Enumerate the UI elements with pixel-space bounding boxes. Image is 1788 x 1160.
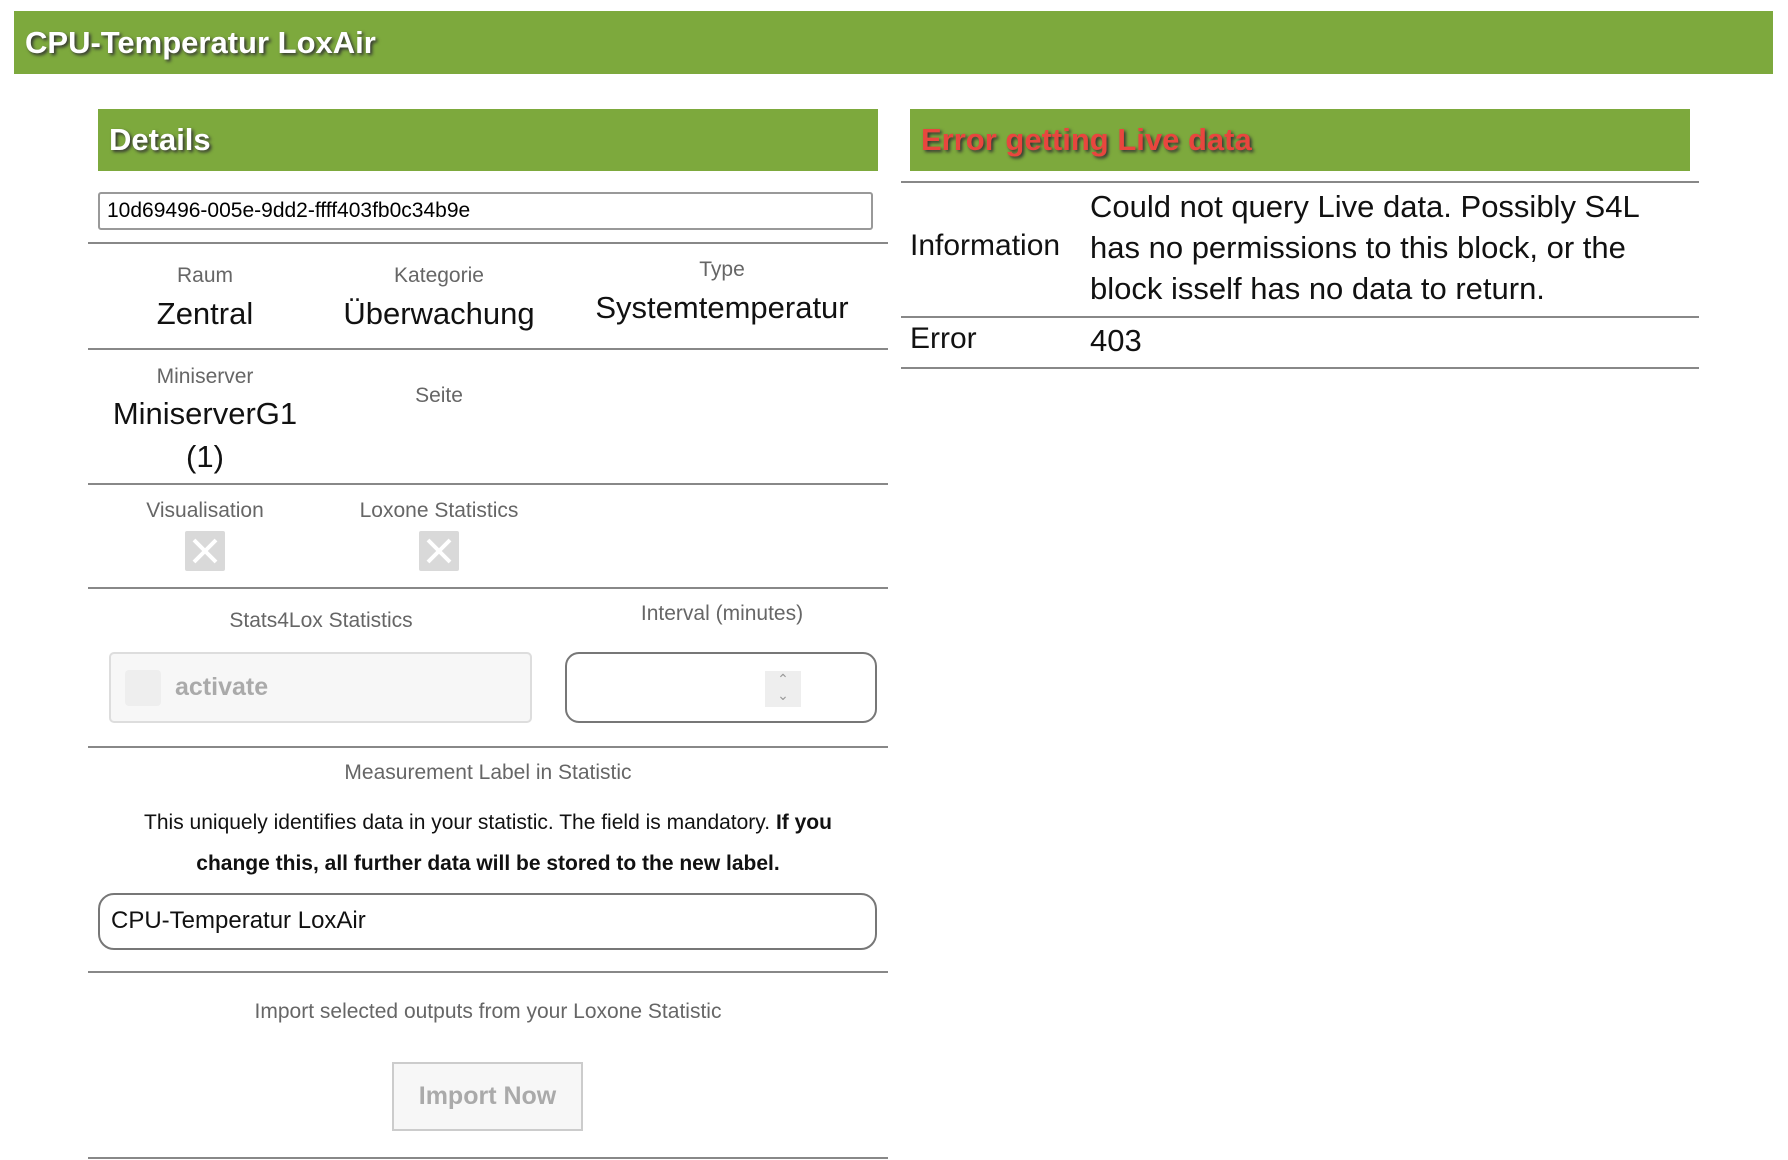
spinner-icon[interactable]: ⌃ ⌄ [765, 671, 801, 707]
measurement-label-input[interactable]: CPU-Temperatur LoxAir [98, 893, 877, 950]
divider [88, 587, 888, 589]
error-value: 403 [1090, 323, 1142, 358]
x-icon [192, 538, 218, 564]
type-label: Type [699, 258, 745, 281]
visualisation-label: Visualisation [146, 499, 264, 522]
error-label: Error [910, 322, 977, 355]
page-title: CPU-Temperatur LoxAir [14, 11, 1773, 74]
divider [901, 316, 1699, 318]
x-icon [426, 538, 452, 564]
activate-toggle[interactable]: activate [109, 652, 532, 723]
divider [88, 971, 888, 973]
import-now-button[interactable]: Import Now [392, 1062, 583, 1131]
divider [88, 746, 888, 748]
divider [901, 367, 1699, 369]
visualisation-checkbox[interactable] [185, 531, 225, 571]
kategorie-value: Überwachung [343, 296, 535, 331]
kategorie-label: Kategorie [394, 264, 484, 287]
divider [88, 242, 888, 244]
measurement-label: Measurement Label in Statistic [344, 761, 632, 784]
raum-value: Zentral [156, 296, 254, 331]
interval-label: Interval (minutes) [640, 602, 804, 625]
loxone-statistics-checkbox[interactable] [419, 531, 459, 571]
stats4lox-label: Stats4Lox Statistics [229, 609, 413, 632]
miniserver-value-suffix: (1) [186, 439, 224, 474]
activate-checkbox[interactable] [125, 669, 161, 706]
measurement-help-text: This uniquely identifies data in your st… [144, 811, 771, 834]
details-header: Details [98, 109, 878, 171]
miniserver-label: Miniserver [156, 365, 254, 388]
live-data-error-header: Error getting Live data [910, 109, 1690, 171]
seite-label: Seite [415, 384, 463, 407]
raum-label: Raum [176, 264, 234, 287]
type-value: Systemtemperatur [595, 290, 849, 325]
divider [88, 483, 888, 485]
activate-label: activate [175, 673, 269, 701]
divider [88, 1157, 888, 1159]
import-text: Import selected outputs from your Loxone… [254, 1000, 722, 1023]
divider [901, 181, 1699, 183]
uuid-field[interactable] [98, 192, 873, 230]
information-value: Could not query Live data. Possibly S4L … [1090, 189, 1639, 306]
interval-input[interactable]: ⌃ ⌄ [565, 652, 877, 723]
loxone-statistics-label: Loxone Statistics [359, 499, 519, 522]
measurement-help: This uniquely identifies data in your st… [88, 802, 888, 884]
information-label: Information [910, 229, 1061, 262]
miniserver-value: MiniserverG1 [112, 396, 298, 431]
divider [88, 348, 888, 350]
